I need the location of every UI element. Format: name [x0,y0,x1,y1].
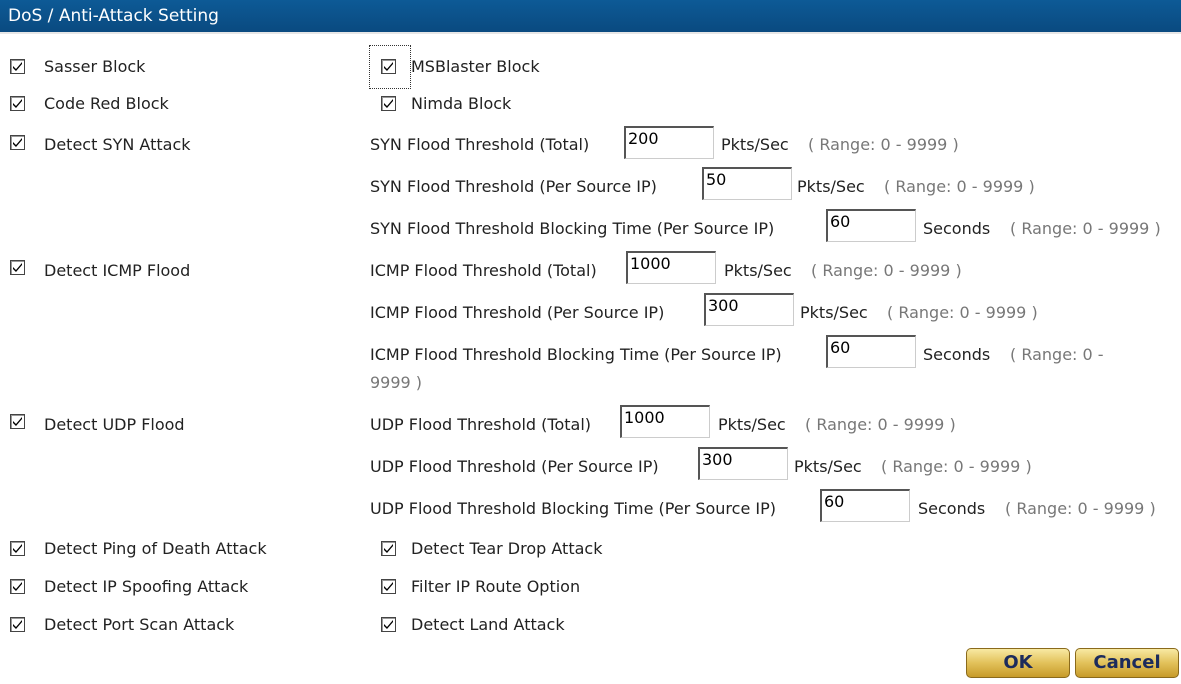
udp-total-unit: Pkts/Sec [718,415,786,434]
icmp-checkbox[interactable] [10,260,25,275]
sasser-checkbox[interactable] [10,59,25,74]
udp-block-unit: Seconds [918,499,986,518]
syn-persrc-label: SYN Flood Threshold (Per Source IP) [370,177,657,196]
ipspoof-label: Detect IP Spoofing Attack [44,577,249,596]
sasser-label: Sasser Block [44,57,146,76]
teardrop-label: Detect Tear Drop Attack [411,539,603,558]
nimda-checkbox[interactable] [381,96,396,111]
portscan-label: Detect Port Scan Attack [44,615,235,634]
syn-block-label: SYN Flood Threshold Blocking Time (Per S… [370,219,775,238]
icmp-block-unit: Seconds [923,345,991,364]
udp-label: Detect UDP Flood [44,415,185,434]
icmp-total-unit: Pkts/Sec [724,261,792,280]
ipspoof-checkbox[interactable] [10,579,25,594]
syn-block-unit: Seconds [923,219,991,238]
udp-persrc-input[interactable]: 300 [698,447,788,480]
msblaster-checkbox[interactable] [381,59,396,74]
portscan-checkbox[interactable] [10,617,25,632]
icmp-total-label: ICMP Flood Threshold (Total) [370,261,597,280]
syn-persrc-unit: Pkts/Sec [797,177,865,196]
syn-label: Detect SYN Attack [44,135,191,154]
icmp-persrc-range: ( Range: 0 - 9999 ) [887,303,1038,322]
udp-total-range: ( Range: 0 - 9999 ) [805,415,956,434]
icmp-block-input[interactable]: 60 [826,335,916,368]
iproute-label: Filter IP Route Option [411,577,581,596]
udp-total-label: UDP Flood Threshold (Total) [370,415,592,434]
syn-persrc-range: ( Range: 0 - 9999 ) [884,177,1035,196]
icmp-block-label: ICMP Flood Threshold Blocking Time (Per … [370,345,782,364]
icmp-persrc-input[interactable]: 300 [704,293,794,326]
icmp-total-input[interactable]: 1000 [626,251,716,284]
pingofdeath-checkbox[interactable] [10,541,25,556]
syn-block-input[interactable]: 60 [826,209,916,242]
teardrop-checkbox[interactable] [381,541,396,556]
nimda-label: Nimda Block [411,94,512,113]
land-checkbox[interactable] [381,617,396,632]
codered-checkbox[interactable] [10,96,25,111]
syn-block-range: ( Range: 0 - 9999 ) [1010,219,1161,238]
land-label: Detect Land Attack [411,615,565,634]
udp-block-range: ( Range: 0 - 9999 ) [1005,499,1156,518]
icmp-label: Detect ICMP Flood [44,261,191,280]
udp-total-input[interactable]: 1000 [620,405,710,438]
icmp-block-range-wrap: 9999 ) [370,373,423,392]
syn-total-label: SYN Flood Threshold (Total) [370,135,590,154]
pingofdeath-label: Detect Ping of Death Attack [44,539,267,558]
syn-checkbox[interactable] [10,135,25,150]
codered-label: Code Red Block [44,94,169,113]
udp-persrc-unit: Pkts/Sec [794,457,862,476]
udp-block-label: UDP Flood Threshold Blocking Time (Per S… [370,499,776,518]
icmp-persrc-unit: Pkts/Sec [800,303,868,322]
udp-persrc-range: ( Range: 0 - 9999 ) [881,457,1032,476]
udp-checkbox[interactable] [10,414,25,429]
iproute-checkbox[interactable] [381,579,396,594]
syn-total-range: ( Range: 0 - 9999 ) [808,135,959,154]
syn-total-unit: Pkts/Sec [721,135,789,154]
icmp-persrc-label: ICMP Flood Threshold (Per Source IP) [370,303,665,322]
ok-button[interactable]: OK [966,648,1070,678]
udp-block-input[interactable]: 60 [820,489,910,522]
page-title: DoS / Anti-Attack Setting [0,0,1181,34]
syn-persrc-input[interactable]: 50 [702,167,792,200]
udp-persrc-label: UDP Flood Threshold (Per Source IP) [370,457,659,476]
icmp-block-range: ( Range: 0 - [1010,345,1104,364]
icmp-total-range: ( Range: 0 - 9999 ) [811,261,962,280]
cancel-button[interactable]: Cancel [1075,648,1179,678]
msblaster-label: MSBlaster Block [411,57,540,76]
syn-total-input[interactable]: 200 [624,126,714,159]
